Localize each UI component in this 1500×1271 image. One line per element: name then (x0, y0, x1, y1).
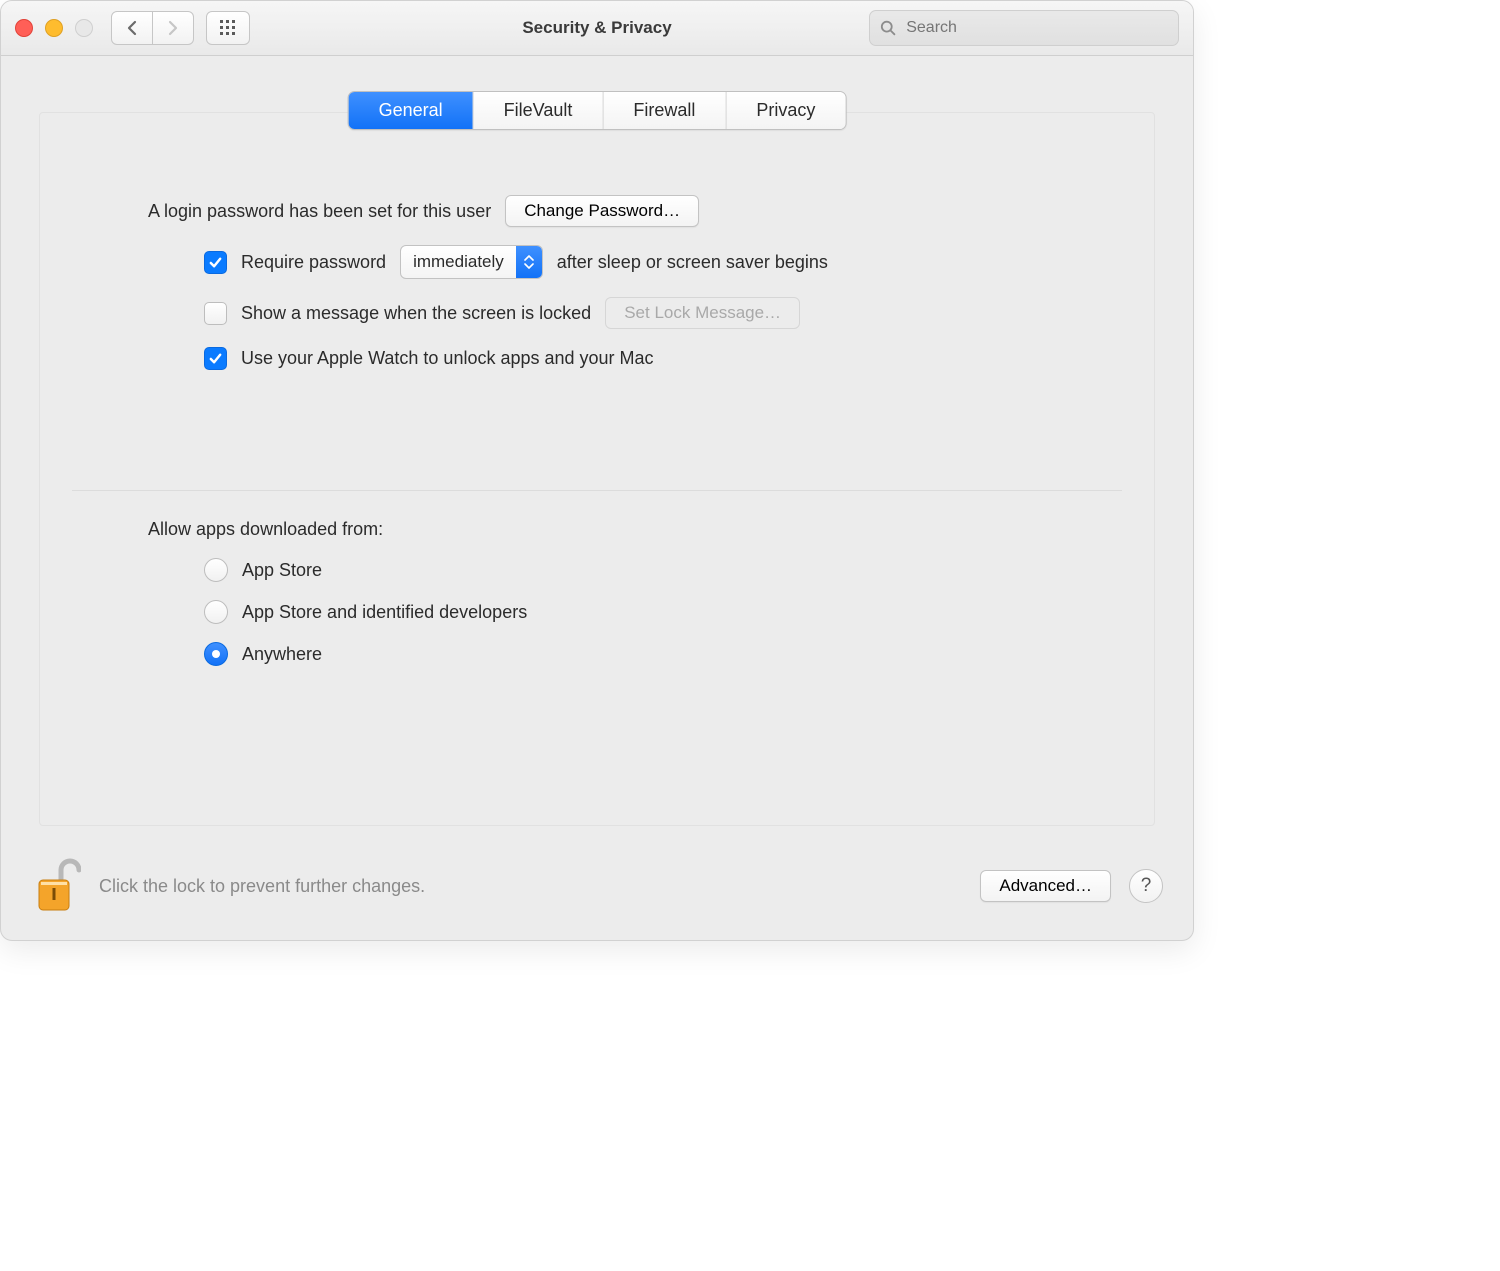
show-lock-message-label: Show a message when the screen is locked (241, 303, 591, 324)
chevron-left-icon (125, 19, 139, 37)
gatekeeper-radio-appstore[interactable] (204, 558, 228, 582)
apple-watch-unlock-label: Use your Apple Watch to unlock apps and … (241, 348, 654, 369)
require-password-label-before: Require password (241, 252, 386, 273)
gatekeeper-section: Allow apps downloaded from: App Store Ap… (40, 519, 1154, 666)
require-password-checkbox[interactable] (204, 251, 227, 274)
require-password-delay-popup[interactable]: immediately (400, 245, 543, 279)
popup-stepper-icon (516, 246, 542, 278)
login-intro-text: A login password has been set for this u… (148, 201, 491, 222)
set-lock-message-button: Set Lock Message… (605, 297, 800, 329)
change-password-button[interactable]: Change Password… (505, 195, 699, 227)
chevron-right-icon (166, 19, 180, 37)
lock-hint-text: Click the lock to prevent further change… (99, 876, 425, 897)
tab-filevault[interactable]: FileVault (473, 92, 603, 129)
gatekeeper-heading: Allow apps downloaded from: (148, 519, 383, 540)
gatekeeper-radio-identified[interactable] (204, 600, 228, 624)
footer: Click the lock to prevent further change… (1, 844, 1193, 940)
security-privacy-window: Security & Privacy General FileVault Fir… (0, 0, 1194, 941)
popup-value: immediately (401, 252, 516, 272)
tab-firewall[interactable]: Firewall (602, 92, 725, 129)
padlock-open-icon (31, 856, 81, 916)
require-password-label-after: after sleep or screen saver begins (557, 252, 828, 273)
tabs: General FileVault Firewall Privacy (348, 91, 847, 130)
window-controls (15, 19, 93, 37)
lock-button[interactable] (31, 856, 81, 916)
help-button[interactable]: ? (1129, 869, 1163, 903)
gatekeeper-radio-anywhere[interactable] (204, 642, 228, 666)
apple-watch-unlock-checkbox[interactable] (204, 347, 227, 370)
forward-button[interactable] (153, 11, 194, 45)
grid-icon (219, 19, 237, 37)
section-divider (72, 490, 1122, 491)
minimize-button[interactable] (45, 19, 63, 37)
titlebar: Security & Privacy (1, 1, 1193, 56)
zoom-button[interactable] (75, 19, 93, 37)
checkmark-icon (208, 351, 223, 366)
tab-general[interactable]: General (349, 92, 473, 129)
search-field[interactable] (869, 10, 1179, 46)
tab-privacy[interactable]: Privacy (725, 92, 845, 129)
show-lock-message-checkbox[interactable] (204, 302, 227, 325)
checkmark-icon (208, 255, 223, 270)
show-all-button[interactable] (206, 11, 250, 45)
close-button[interactable] (15, 19, 33, 37)
back-button[interactable] (111, 11, 153, 45)
advanced-button[interactable]: Advanced… (980, 870, 1111, 902)
gatekeeper-label-identified: App Store and identified developers (242, 602, 527, 623)
search-input[interactable] (904, 18, 1168, 38)
gatekeeper-label-appstore: App Store (242, 560, 322, 581)
main-panel: General FileVault Firewall Privacy A log… (39, 112, 1155, 826)
gatekeeper-label-anywhere: Anywhere (242, 644, 322, 665)
nav-back-forward (111, 11, 194, 45)
search-icon (880, 19, 896, 37)
login-password-section: A login password has been set for this u… (40, 195, 1154, 370)
